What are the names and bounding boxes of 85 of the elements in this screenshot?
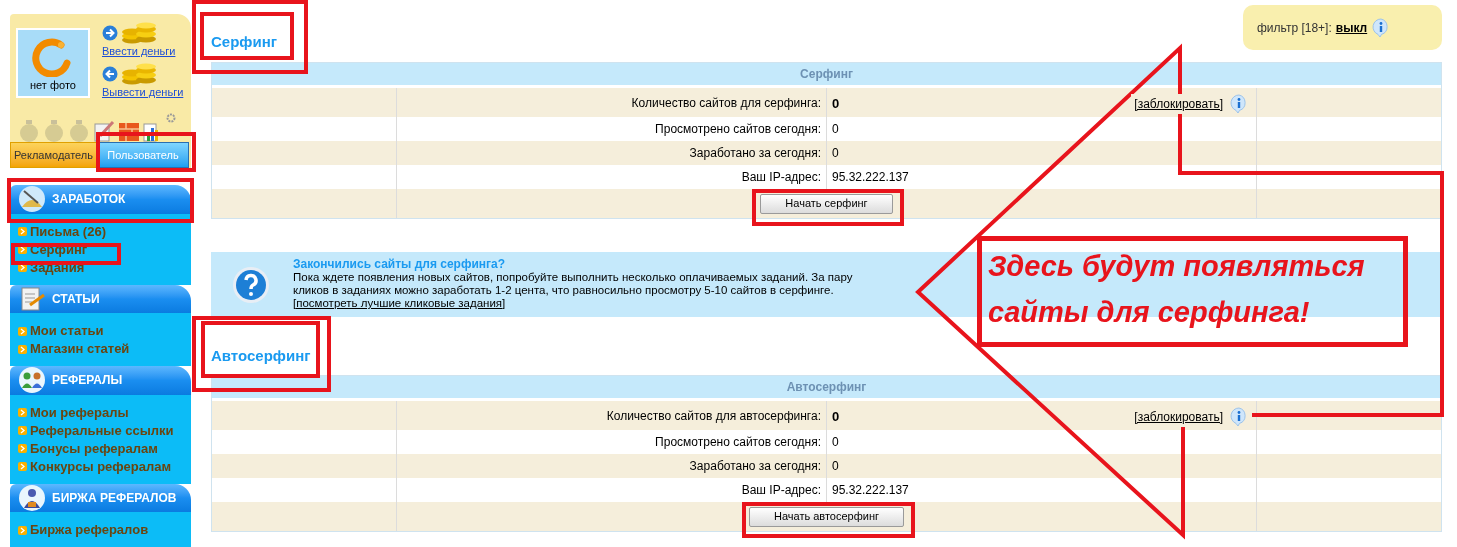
help-icon <box>232 265 270 305</box>
notepad-icon <box>93 120 115 142</box>
people-icon <box>18 366 46 395</box>
menu-section-header[interactable]: БИРЖА РЕФЕРАЛОВ <box>10 483 191 512</box>
filter-label: фильтр [18+]: <box>1257 19 1332 37</box>
field-value: 95.32.222.137 <box>832 169 909 186</box>
menu-item-label: Письма (26) <box>30 222 106 241</box>
pickaxe-icon <box>18 185 46 214</box>
menu-section-title: ЗАРАБОТОК <box>52 191 126 209</box>
bullet-icon <box>18 326 27 336</box>
menu-section-header[interactable]: РЕФЕРАЛЫ <box>10 366 191 395</box>
field-value: 95.32.222.137 <box>832 482 909 499</box>
notice-title: Закончились сайты для серфинга? <box>293 258 506 271</box>
field-value: 0 <box>832 458 839 475</box>
avatar-caption: нет фото <box>30 79 76 92</box>
field-label: Количество сайтов для автосерфинга: <box>606 407 821 425</box>
filter-toggle-link[interactable]: выкл <box>1335 18 1368 37</box>
field-label: Заработано за сегодня: <box>689 458 821 475</box>
person-icon <box>18 483 46 512</box>
user-tab[interactable]: Пользователь <box>97 142 189 168</box>
bullet-icon <box>18 426 27 435</box>
menu-item[interactable]: Реферальные ссылки <box>18 421 191 440</box>
field-label: Ваш IP-адрес: <box>741 482 821 499</box>
coins-icon <box>120 63 158 85</box>
field-label: Количество сайтов для серфинга: <box>631 94 821 112</box>
field-label: Просмотрено сайтов сегодня: <box>655 121 821 138</box>
menu-section-title: СТАТЬИ <box>52 290 100 308</box>
medal-icon <box>68 120 90 142</box>
menu-item-label: Реферальные ссылки <box>30 421 174 440</box>
notepad-icon <box>18 284 46 313</box>
annotation-callout: Здесь будут появляться сайты для серфинга! <box>977 236 1408 347</box>
section-heading: Серфинг <box>211 32 277 52</box>
coins-icon <box>120 22 158 44</box>
menu-item[interactable]: Мои статьи <box>18 322 191 340</box>
bullet-icon <box>18 462 27 471</box>
field-label: Ваш IP-адрес: <box>741 169 821 186</box>
field-label: Просмотрено сайтов сегодня: <box>655 434 821 451</box>
notice-text: Пока ждете появления новых сайтов, попробуйте выполнить несколько оплачиваемых заданий. За пару кликов в заданиях можно заработать 1-2 цента, что равносильно просмотру 5-10 сайтов в серфинге. <box>293 271 854 297</box>
field-value: 0 <box>832 434 839 451</box>
bullet-icon <box>18 408 27 417</box>
money-link[interactable]: Ввести деньги <box>102 44 184 58</box>
bullet-icon <box>18 444 27 453</box>
bullet-icon <box>18 263 27 272</box>
tasks-link[interactable]: [посмотреть лучшие кликовые задания] <box>293 297 506 310</box>
menu-item[interactable]: Биржа рефералов <box>18 521 191 539</box>
menu-item[interactable]: Письма (26) <box>18 222 191 241</box>
arrow-left-icon <box>102 66 118 82</box>
menu-section-title: БИРЖА РЕФЕРАЛОВ <box>52 489 177 507</box>
field-value: 0 <box>832 145 839 162</box>
table-title: Автосерфинг <box>786 379 867 396</box>
bullet-icon <box>18 227 27 236</box>
bullet-icon <box>18 344 27 354</box>
bullet-icon <box>18 245 27 254</box>
field-label: Заработано за сегодня: <box>689 145 821 162</box>
money-link[interactable]: Вывести деньги <box>102 85 184 99</box>
menu-item[interactable]: Бонусы рефералам <box>18 439 191 458</box>
menu-section-header[interactable]: ЗАРАБОТОК <box>10 185 191 214</box>
settings-icon <box>166 112 176 123</box>
menu-section-header[interactable]: СТАТЬИ <box>10 284 191 313</box>
menu-item-label: Задания <box>30 258 85 277</box>
bullet-icon <box>18 525 27 535</box>
menu-item-label: Биржа рефералов <box>30 521 149 540</box>
menu-item-label: Магазин статей <box>30 340 130 359</box>
user-tab[interactable]: Рекламодатель <box>10 142 97 168</box>
menu-item-label: Мои статьи <box>30 322 104 341</box>
menu-item[interactable]: Мои рефералы <box>18 403 191 422</box>
menu-item-label: Бонусы рефералам <box>30 439 158 458</box>
field-value: 0 <box>832 95 840 113</box>
start-button[interactable]: Начать серфинг <box>760 193 893 214</box>
menu-item-label: Мои рефералы <box>30 403 129 422</box>
table-title: Серфинг <box>800 66 853 83</box>
arrow-right-icon <box>102 25 118 41</box>
start-button[interactable]: Начать автосерфинг <box>749 506 904 527</box>
field-value: 0 <box>832 408 840 426</box>
menu-item-label: Конкурсы рефералам <box>30 457 172 476</box>
menu-item[interactable]: Конкурсы рефералам <box>18 457 191 476</box>
medal-icon <box>43 120 65 142</box>
info-icon <box>1229 94 1249 114</box>
field-value: 0 <box>832 121 839 138</box>
section-heading: Автосерфинг <box>211 346 311 366</box>
menu-section-title: РЕФЕРАЛЫ <box>52 372 123 390</box>
menu-item[interactable]: Магазин статей <box>18 340 191 358</box>
info-icon <box>1229 407 1249 427</box>
menu-item[interactable]: Задания <box>18 258 191 277</box>
medal-icon <box>18 120 40 142</box>
